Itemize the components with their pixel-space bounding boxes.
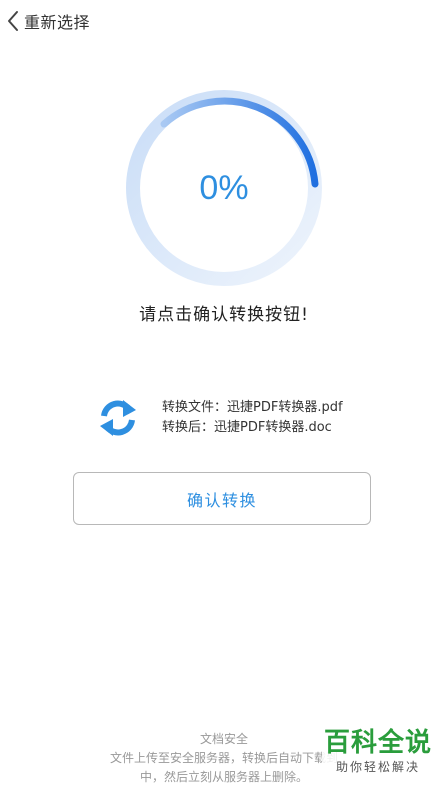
- source-file-line: 转换文件：迅捷PDF转换器.pdf: [162, 400, 343, 415]
- top-bar: 重新选择: [0, 0, 448, 44]
- file-names: 转换文件：迅捷PDF转换器.pdf 转换后：迅捷PDF转换器.doc: [162, 398, 343, 438]
- back-button[interactable]: 重新选择: [6, 8, 90, 34]
- chevron-left-icon: [6, 10, 20, 32]
- watermark-logo: 百科全说 助你轻松解决: [322, 728, 434, 780]
- sync-icon: [96, 396, 140, 440]
- watermark-sub: 助你轻松解决: [335, 760, 420, 774]
- progress-percent: 0%: [199, 168, 249, 207]
- watermark-main: 百科全说: [323, 728, 432, 758]
- status-prompt: 请点击确认转换按钮!: [139, 305, 309, 325]
- conversion-info: 转换文件：迅捷PDF转换器.pdf 转换后：迅捷PDF转换器.doc: [96, 396, 343, 440]
- confirm-convert-button[interactable]: 确认转换: [73, 472, 371, 525]
- progress-ring: 0%: [124, 88, 324, 288]
- back-button-label: 重新选择: [24, 13, 91, 32]
- target-file-line: 转换后：迅捷PDF转换器.doc: [162, 420, 332, 435]
